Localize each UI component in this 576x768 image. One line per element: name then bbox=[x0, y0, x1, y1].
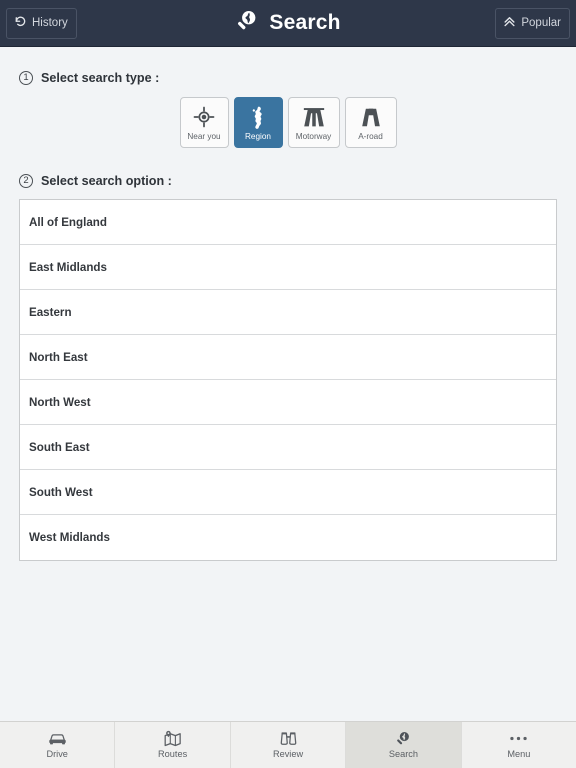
search-type-region-label: Region bbox=[245, 132, 271, 141]
step-number-2: 2 bbox=[19, 174, 33, 188]
list-item[interactable]: North West bbox=[20, 380, 556, 425]
list-item-label: West Midlands bbox=[29, 531, 110, 544]
map-pin-icon bbox=[163, 730, 182, 747]
a-road-icon bbox=[360, 105, 382, 129]
crosshair-target-icon bbox=[193, 105, 215, 129]
nav-tab-search[interactable]: Search bbox=[346, 722, 462, 768]
search-type-section-text: Select search type : bbox=[41, 71, 160, 85]
nav-tab-routes[interactable]: Routes bbox=[115, 722, 231, 768]
search-type-motorway-label: Motorway bbox=[295, 132, 332, 141]
motorway-icon bbox=[302, 105, 326, 129]
page-title-text: Search bbox=[269, 11, 341, 34]
list-item[interactable]: South West bbox=[20, 470, 556, 515]
nav-tab-review-label: Review bbox=[272, 749, 304, 760]
popular-button-label: Popular bbox=[521, 16, 561, 29]
nav-tab-routes-label: Routes bbox=[158, 749, 188, 760]
popular-button[interactable]: Popular bbox=[495, 7, 570, 39]
nav-tab-drive[interactable]: Drive bbox=[0, 722, 116, 768]
search-type-near-you-label: Near you bbox=[187, 132, 221, 141]
search-person-icon bbox=[395, 730, 412, 747]
list-item[interactable]: West Midlands bbox=[20, 515, 556, 560]
nav-tab-menu-label: Menu bbox=[507, 749, 531, 760]
search-type-a-road-label: A-road bbox=[358, 132, 383, 141]
search-option-section-text: Select search option : bbox=[41, 174, 172, 188]
app-header: History Search Popular bbox=[0, 0, 576, 47]
list-item-label: All of England bbox=[29, 215, 107, 229]
history-button[interactable]: History bbox=[6, 7, 77, 39]
history-rewind-icon bbox=[14, 15, 27, 31]
nav-tab-drive-label: Drive bbox=[46, 749, 68, 760]
list-item[interactable]: All of England bbox=[20, 200, 556, 245]
list-item-label: East Midlands bbox=[29, 260, 107, 274]
list-item-label: South East bbox=[29, 440, 90, 454]
search-type-section-label: 1 Select search type : bbox=[0, 71, 576, 85]
search-person-icon bbox=[235, 8, 260, 38]
list-item[interactable]: Eastern bbox=[20, 290, 556, 335]
nav-tab-menu[interactable]: Menu bbox=[461, 722, 576, 768]
ellipsis-icon bbox=[509, 730, 528, 747]
history-button-label: History bbox=[32, 16, 68, 29]
list-item-label: Eastern bbox=[29, 305, 72, 319]
nav-tab-review[interactable]: Review bbox=[230, 722, 347, 768]
list-item-label: North West bbox=[29, 395, 91, 409]
search-type-region[interactable]: Region bbox=[233, 97, 283, 148]
list-item-label: North East bbox=[29, 350, 88, 364]
great-britain-map-icon bbox=[248, 105, 269, 129]
search-option-list: All of England East Midlands Eastern Nor… bbox=[19, 199, 557, 561]
search-option-section-label: 2 Select search option : bbox=[0, 174, 576, 188]
search-type-near-you[interactable]: Near you bbox=[179, 97, 229, 148]
car-icon bbox=[48, 730, 67, 747]
list-item-label: South West bbox=[29, 485, 93, 499]
double-chevron-up-icon bbox=[503, 15, 516, 31]
list-item[interactable]: North East bbox=[20, 335, 556, 380]
binoculars-icon bbox=[279, 730, 298, 747]
nav-tab-search-label: Search bbox=[388, 749, 418, 760]
list-item[interactable]: South East bbox=[20, 425, 556, 470]
bottom-navigation-bar: Drive Routes Review Search Menu bbox=[0, 721, 576, 768]
search-type-a-road[interactable]: A-road bbox=[344, 97, 397, 148]
list-item[interactable]: East Midlands bbox=[20, 245, 556, 290]
step-number-1: 1 bbox=[19, 71, 33, 85]
search-type-button-group: Near you Region Motorway A-road bbox=[0, 97, 576, 148]
search-type-motorway[interactable]: Motorway bbox=[287, 97, 340, 148]
page-title: Search bbox=[0, 0, 576, 46]
